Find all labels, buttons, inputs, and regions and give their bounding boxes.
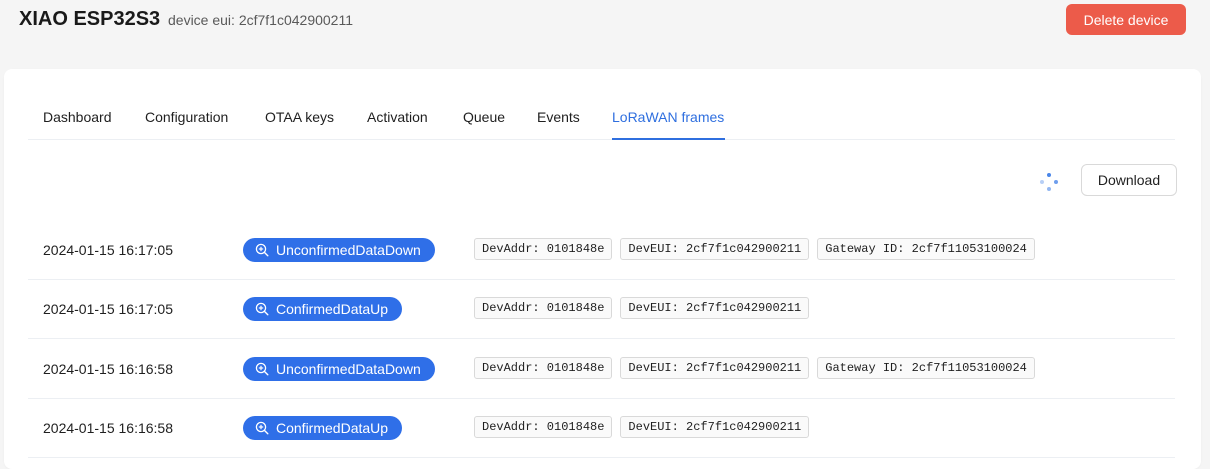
frame-row: 2024-01-15 16:17:05 UnconfirmedDataDown De… <box>28 221 1175 280</box>
frame-type-button[interactable]: ConfirmedDataUp <box>243 297 403 321</box>
dev-eui-tag: DevEUI: 2cf7f1c042900211 <box>620 297 810 319</box>
dev-eui-tag: DevEUI: 2cf7f1c042900211 <box>620 357 810 379</box>
zoom-in-icon <box>255 421 269 435</box>
page-header: XIAO ESP32S3 device eui: 2cf7f1c04290021… <box>0 0 1210 60</box>
zoom-in-icon <box>255 302 269 316</box>
frame-type-button[interactable]: UnconfirmedDataDown <box>243 357 435 381</box>
frame-tags: DevAddr: 0101848e DevEUI: 2cf7f1c04290021… <box>474 238 1035 260</box>
frame-tags: DevAddr: 0101848e DevEUI: 2cf7f1c04290021… <box>474 416 810 438</box>
page-title: XIAO ESP32S3 <box>19 8 161 30</box>
tab-otaa-keys[interactable]: OTAA keys <box>265 109 334 125</box>
frame-timestamp: 2024-01-15 16:17:05 <box>43 301 173 317</box>
frame-type-label: UnconfirmedDataDown <box>276 361 421 377</box>
frame-timestamp: 2024-01-15 16:16:58 <box>43 361 173 377</box>
tab-configuration[interactable]: Configuration <box>145 109 228 125</box>
dev-addr-tag: DevAddr: 0101848e <box>474 297 613 319</box>
frame-timestamp: 2024-01-15 16:16:58 <box>43 420 173 436</box>
delete-device-button[interactable]: Delete device <box>1066 4 1186 35</box>
tab-lorawan-frames[interactable]: LoRaWAN frames <box>612 109 724 125</box>
frame-row: 2024-01-15 16:16:58 ConfirmedDataUp DevAdd… <box>28 399 1175 458</box>
tab-bar: Dashboard Configuration OTAA keys Activa… <box>28 97 1175 140</box>
device-eui-subtitle: device eui: 2cf7f1c042900211 <box>168 12 353 28</box>
active-tab-indicator <box>612 138 725 140</box>
dev-addr-tag: DevAddr: 0101848e <box>474 238 613 260</box>
loading-dots-icon <box>1040 173 1058 191</box>
device-card: Dashboard Configuration OTAA keys Activa… <box>4 69 1201 469</box>
frame-row: 2024-01-15 16:16:58 UnconfirmedDataDown De… <box>28 340 1175 399</box>
frame-row: 2024-01-15 16:17:05 ConfirmedDataUp DevAdd… <box>28 280 1175 339</box>
dev-eui-tag: DevEUI: 2cf7f1c042900211 <box>620 238 810 260</box>
frame-type-label: UnconfirmedDataDown <box>276 242 421 258</box>
download-button[interactable]: Download <box>1081 164 1177 196</box>
frame-type-label: ConfirmedDataUp <box>276 420 389 436</box>
frame-tags: DevAddr: 0101848e DevEUI: 2cf7f1c04290021… <box>474 357 1035 379</box>
gateway-id-tag: Gateway ID: 2cf7f11053100024 <box>817 357 1035 379</box>
dev-addr-tag: DevAddr: 0101848e <box>474 357 613 379</box>
tab-dashboard[interactable]: Dashboard <box>43 109 112 125</box>
dev-eui-tag: DevEUI: 2cf7f1c042900211 <box>620 416 810 438</box>
frame-type-button[interactable]: ConfirmedDataUp <box>243 416 403 440</box>
frame-type-label: ConfirmedDataUp <box>276 301 389 317</box>
gateway-id-tag: Gateway ID: 2cf7f11053100024 <box>817 238 1035 260</box>
zoom-in-icon <box>255 243 269 257</box>
tab-queue[interactable]: Queue <box>463 109 505 125</box>
tab-activation[interactable]: Activation <box>367 109 428 125</box>
dev-addr-tag: DevAddr: 0101848e <box>474 416 613 438</box>
tab-events[interactable]: Events <box>537 109 580 125</box>
frame-timestamp: 2024-01-15 16:17:05 <box>43 242 173 258</box>
frame-tags: DevAddr: 0101848e DevEUI: 2cf7f1c04290021… <box>474 297 810 319</box>
zoom-in-icon <box>255 362 269 376</box>
frame-type-button[interactable]: UnconfirmedDataDown <box>243 238 435 262</box>
